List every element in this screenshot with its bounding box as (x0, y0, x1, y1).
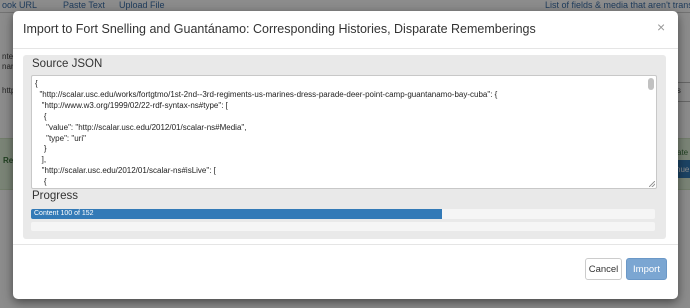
secondary-progress-bar (31, 222, 655, 231)
json-scrollbar[interactable] (648, 78, 654, 184)
json-content: { "http://scalar.usc.edu/works/fortgtmo/… (35, 79, 642, 188)
cancel-button[interactable]: Cancel (585, 258, 622, 280)
modal-title: Import to Fort Snelling and Guantánamo: … (23, 22, 536, 36)
close-icon[interactable]: × (657, 20, 665, 34)
import-modal: Import to Fort Snelling and Guantánamo: … (13, 11, 678, 299)
json-line: "http://scalar.usc.edu/works/fortgtmo/1s… (35, 89, 498, 99)
import-panel: Source JSON { "http://scalar.usc.edu/wor… (23, 55, 666, 239)
json-line: } (35, 144, 47, 154)
json-line: "type": "uri" (35, 133, 86, 143)
source-json-label: Source JSON (32, 58, 103, 70)
json-line: { (35, 111, 47, 121)
json-line: { (35, 177, 47, 187)
source-json-textarea[interactable]: { "http://scalar.usc.edu/works/fortgtmo/… (31, 75, 657, 189)
header-divider (13, 48, 678, 49)
footer-divider (13, 244, 678, 245)
json-line: "value": "http://scalar.usc.edu/2012/01/… (35, 122, 247, 132)
content-progress-bar: Content 100 of 152 (31, 209, 655, 219)
import-button[interactable]: Import (626, 258, 667, 280)
json-line: ], (35, 155, 47, 165)
json-line: "http://www.w3.org/1999/02/22-rdf-syntax… (35, 100, 228, 110)
resize-grip-icon[interactable] (649, 181, 655, 187)
json-line: { (35, 79, 38, 88)
json-line: "http://scalar.usc.edu/2012/01/scalar-ns… (35, 166, 216, 176)
scroll-thumb[interactable] (648, 78, 654, 90)
progress-text: Content 100 of 152 (34, 210, 94, 217)
progress-label: Progress (32, 190, 79, 202)
